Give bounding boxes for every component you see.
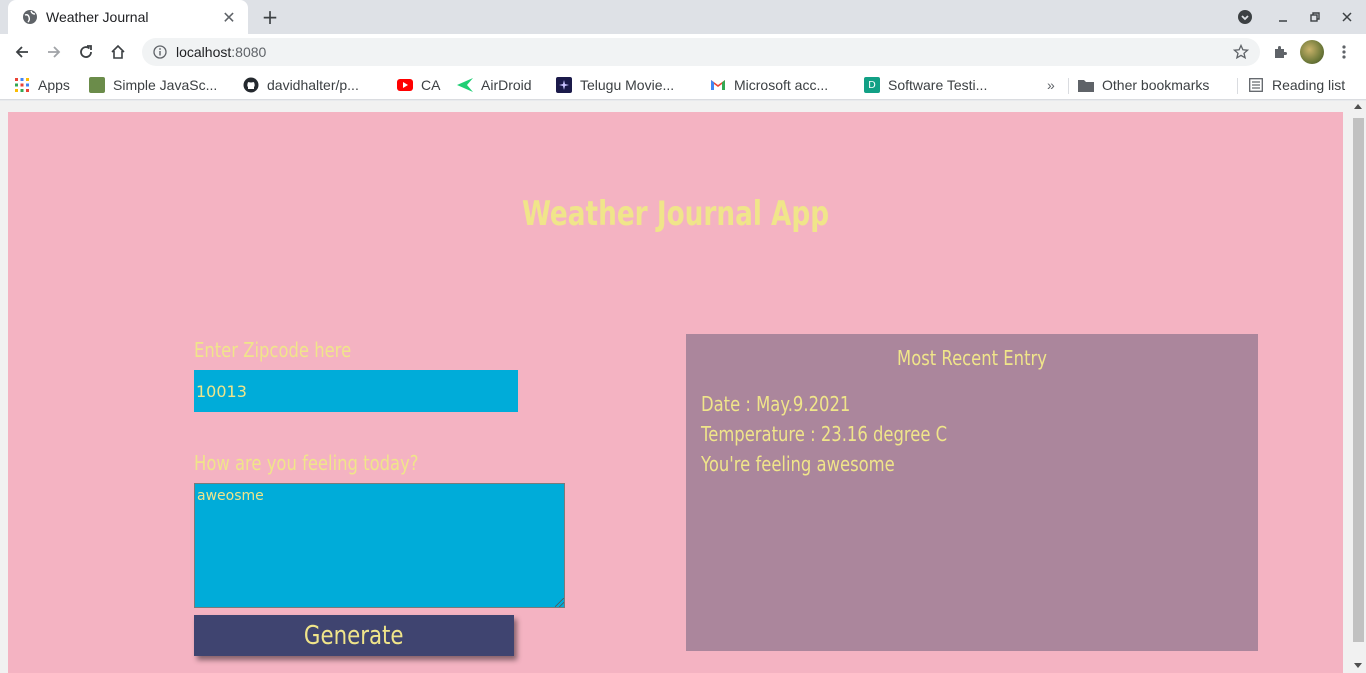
back-arrow-icon[interactable]: [8, 38, 36, 66]
menu-kebab-icon[interactable]: [1332, 40, 1356, 64]
scroll-up-arrow-icon[interactable]: [1354, 104, 1362, 109]
minimize-icon[interactable]: [1271, 6, 1295, 28]
bookmark-label: Other bookmarks: [1102, 77, 1210, 93]
entry-temperature: Temperature : 23.16 degree C: [701, 422, 948, 446]
zipcode-input[interactable]: [194, 370, 518, 412]
page-viewport: Weather Journal App Enter Zipcode here H…: [0, 101, 1366, 673]
url-text: localhost:8080: [176, 44, 266, 60]
bookmark-thumbnail-icon: [89, 77, 105, 93]
bookmark-label: Telugu Movie...: [580, 77, 675, 93]
bookmarks-overflow-button[interactable]: »: [1047, 76, 1055, 94]
bookmark-label: Reading list: [1272, 77, 1346, 93]
restore-icon[interactable]: [1303, 6, 1327, 28]
feelings-textarea[interactable]: aweosme: [194, 483, 565, 608]
bookmark-apps[interactable]: Apps: [14, 76, 70, 94]
address-bar[interactable]: localhost:8080: [142, 38, 1260, 66]
extensions-puzzle-icon[interactable]: [1268, 40, 1292, 64]
reading-list-icon: [1248, 77, 1264, 93]
close-window-icon[interactable]: [1335, 6, 1359, 28]
bookmark-simple-javascript[interactable]: Simple JavaSc...: [89, 76, 217, 94]
entry-date: Date : May.9.2021: [701, 392, 851, 416]
bookmarks-divider: [1237, 78, 1238, 94]
most-recent-entry-panel: Most Recent Entry Date : May.9.2021 Temp…: [686, 334, 1258, 651]
bookmark-label: Apps: [38, 77, 70, 93]
zipcode-label: Enter Zipcode here: [194, 338, 352, 362]
youtube-icon: [397, 77, 413, 93]
app-page: Weather Journal App Enter Zipcode here H…: [8, 112, 1343, 673]
bookmark-label: Software Testi...: [888, 77, 988, 93]
textarea-resize-handle[interactable]: [555, 598, 564, 607]
d-icon: D: [864, 77, 880, 93]
page-title: Weather Journal App: [521, 194, 830, 234]
bookmark-label: Simple JavaSc...: [113, 77, 218, 93]
forward-arrow-icon[interactable]: [40, 38, 68, 66]
airdroid-icon: [457, 77, 473, 93]
browser-tab[interactable]: Weather Journal ✕: [8, 0, 248, 34]
bookmark-ca[interactable]: CA: [397, 76, 440, 94]
tab-search-icon[interactable]: [1233, 6, 1257, 28]
site-info-icon[interactable]: [152, 44, 168, 60]
bookmark-airdroid[interactable]: AirDroid: [457, 76, 532, 94]
browser-toolbar: localhost:8080: [0, 34, 1366, 70]
home-icon[interactable]: [104, 38, 132, 66]
bookmark-star-icon[interactable]: [1232, 43, 1250, 61]
bookmark-davidhalter[interactable]: davidhalter/p...: [243, 76, 359, 94]
bookmarks-bar: Apps Simple JavaSc... davidhalter/p... C…: [0, 70, 1366, 100]
globe-icon: [22, 9, 38, 25]
bookmark-label: davidhalter/p...: [267, 77, 359, 93]
tab-strip: Weather Journal ✕ +: [0, 0, 1366, 34]
url-port: :8080: [231, 44, 267, 60]
tab-title: Weather Journal: [46, 9, 149, 25]
feelings-label: How are you feeling today?: [194, 451, 419, 475]
overflow-chevron-icon: »: [1047, 77, 1055, 93]
bookmark-software-testing[interactable]: D Software Testi...: [864, 76, 987, 94]
scroll-down-arrow-icon[interactable]: [1354, 663, 1362, 668]
reading-list-button[interactable]: Reading list: [1248, 76, 1345, 94]
bookmark-telugu-movie[interactable]: Telugu Movie...: [556, 76, 674, 94]
entry-content: You're feeling awesome: [701, 452, 895, 476]
close-tab-icon[interactable]: ✕: [220, 8, 238, 27]
gmail-icon: [710, 77, 726, 93]
apps-grid-icon: [14, 77, 30, 93]
bookmark-label: CA: [421, 77, 441, 93]
bookmark-other-bookmarks[interactable]: Other bookmarks: [1078, 76, 1209, 94]
bookmark-label: AirDroid: [481, 77, 532, 93]
profile-avatar[interactable]: [1300, 40, 1324, 64]
bookmark-label: Microsoft acc...: [734, 77, 829, 93]
bookmark-microsoft-account[interactable]: Microsoft acc...: [710, 76, 828, 94]
vertical-scrollbar[interactable]: [1351, 101, 1366, 673]
bookmarks-divider: [1068, 78, 1069, 94]
url-host: localhost: [176, 44, 232, 60]
generate-button[interactable]: Generate: [194, 615, 514, 656]
scrollbar-thumb[interactable]: [1353, 118, 1364, 642]
entry-heading: Most Recent Entry: [897, 346, 1047, 370]
github-icon: [243, 77, 259, 93]
movie-icon: [556, 77, 572, 93]
folder-icon: [1078, 77, 1094, 93]
generate-button-label: Generate: [304, 620, 404, 651]
reload-icon[interactable]: [72, 38, 100, 66]
new-tab-button[interactable]: +: [258, 5, 282, 29]
